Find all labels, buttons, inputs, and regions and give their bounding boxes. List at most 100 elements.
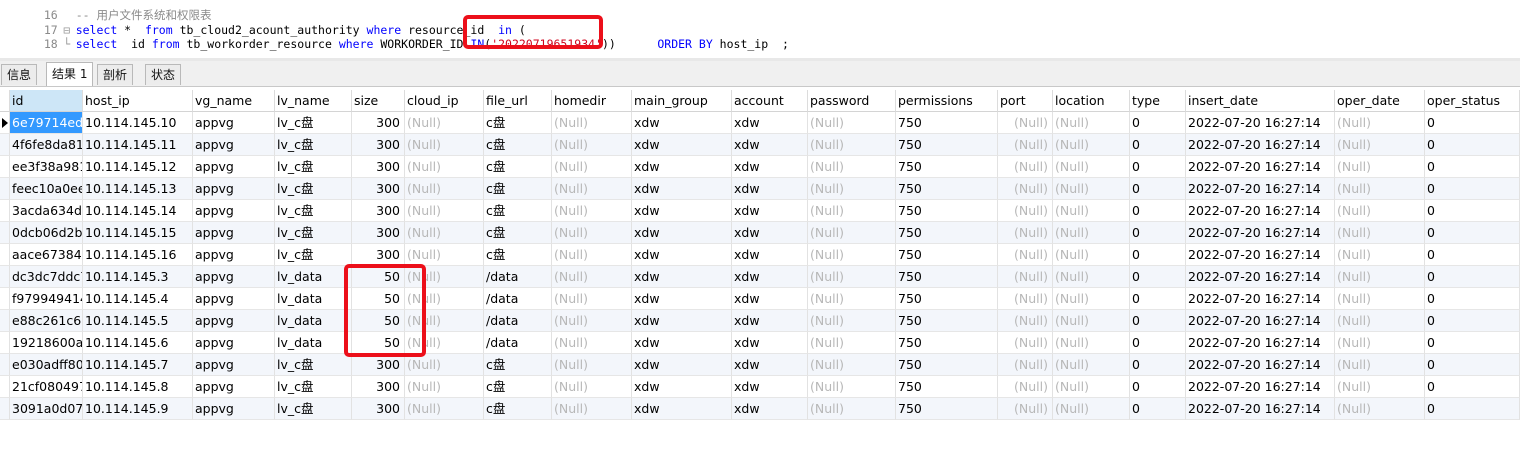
- cell-account[interactable]: xdw: [732, 266, 808, 288]
- cell-lv-name[interactable]: lv_c盘: [275, 134, 352, 156]
- cell-host-ip[interactable]: 10.114.145.7: [83, 354, 193, 376]
- cell-oper-status[interactable]: 0: [1425, 222, 1520, 244]
- cell-insert-date[interactable]: 2022-07-20 16:27:14: [1186, 310, 1335, 332]
- cell-vg-name[interactable]: appvg: [193, 332, 275, 354]
- cell-insert-date[interactable]: 2022-07-20 16:27:14: [1186, 222, 1335, 244]
- cell-oper-date[interactable]: (Null): [1335, 332, 1425, 354]
- cell-permissions[interactable]: 750: [896, 398, 998, 420]
- cell-homedir[interactable]: (Null): [552, 222, 632, 244]
- cell-port[interactable]: (Null): [998, 134, 1053, 156]
- cell-port[interactable]: (Null): [998, 266, 1053, 288]
- cell-oper-date[interactable]: (Null): [1335, 288, 1425, 310]
- cell-vg-name[interactable]: appvg: [193, 310, 275, 332]
- cell-file-url[interactable]: /data: [484, 266, 552, 288]
- cell-cloud-ip[interactable]: (Null): [405, 222, 484, 244]
- cell-id[interactable]: feec10a0ee4: [10, 178, 83, 200]
- cell-oper-date[interactable]: (Null): [1335, 244, 1425, 266]
- cell-insert-date[interactable]: 2022-07-20 16:27:14: [1186, 266, 1335, 288]
- cell-file-url[interactable]: c盘: [484, 156, 552, 178]
- row-selector[interactable]: [0, 398, 10, 420]
- cell-vg-name[interactable]: appvg: [193, 134, 275, 156]
- cell-oper-status[interactable]: 0: [1425, 354, 1520, 376]
- cell-permissions[interactable]: 750: [896, 178, 998, 200]
- cell-file-url[interactable]: /data: [484, 288, 552, 310]
- cell-id[interactable]: 0dcb06d2b3: [10, 222, 83, 244]
- cell-location[interactable]: (Null): [1053, 266, 1130, 288]
- cell-port[interactable]: (Null): [998, 376, 1053, 398]
- cell-oper-status[interactable]: 0: [1425, 266, 1520, 288]
- cell-port[interactable]: (Null): [998, 398, 1053, 420]
- table-row[interactable]: feec10a0ee410.114.145.13appvglv_c盘300(Nu…: [0, 178, 1520, 200]
- cell-permissions[interactable]: 750: [896, 288, 998, 310]
- cell-homedir[interactable]: (Null): [552, 266, 632, 288]
- row-selector[interactable]: [0, 222, 10, 244]
- cell-host-ip[interactable]: 10.114.145.5: [83, 310, 193, 332]
- cell-host-ip[interactable]: 10.114.145.9: [83, 398, 193, 420]
- cell-size[interactable]: 300: [352, 134, 405, 156]
- cell-account[interactable]: xdw: [732, 112, 808, 134]
- cell-file-url[interactable]: c盘: [484, 398, 552, 420]
- table-row[interactable]: 4f6fe8da81410.114.145.11appvglv_c盘300(Nu…: [0, 134, 1520, 156]
- cell-password[interactable]: (Null): [808, 134, 896, 156]
- cell-port[interactable]: (Null): [998, 288, 1053, 310]
- cell-oper-status[interactable]: 0: [1425, 200, 1520, 222]
- cell-password[interactable]: (Null): [808, 156, 896, 178]
- cell-host-ip[interactable]: 10.114.145.6: [83, 332, 193, 354]
- row-selector[interactable]: [0, 178, 10, 200]
- cell-main-group[interactable]: xdw: [632, 244, 732, 266]
- cell-host-ip[interactable]: 10.114.145.10: [83, 112, 193, 134]
- cell-cloud-ip[interactable]: (Null): [405, 244, 484, 266]
- cell-lv-name[interactable]: lv_data: [275, 310, 352, 332]
- cell-account[interactable]: xdw: [732, 178, 808, 200]
- cell-file-url[interactable]: c盘: [484, 222, 552, 244]
- cell-lv-name[interactable]: lv_c盘: [275, 222, 352, 244]
- cell-insert-date[interactable]: 2022-07-20 16:27:14: [1186, 156, 1335, 178]
- cell-id[interactable]: aace67384d: [10, 244, 83, 266]
- cell-permissions[interactable]: 750: [896, 200, 998, 222]
- cell-password[interactable]: (Null): [808, 354, 896, 376]
- cell-cloud-ip[interactable]: (Null): [405, 354, 484, 376]
- cell-lv-name[interactable]: lv_c盘: [275, 112, 352, 134]
- column-header-host-ip[interactable]: host_ip: [83, 90, 193, 112]
- cell-host-ip[interactable]: 10.114.145.14: [83, 200, 193, 222]
- cell-homedir[interactable]: (Null): [552, 376, 632, 398]
- cell-id[interactable]: f979949414c: [10, 288, 83, 310]
- cell-host-ip[interactable]: 10.114.145.13: [83, 178, 193, 200]
- cell-host-ip[interactable]: 10.114.145.11: [83, 134, 193, 156]
- cell-homedir[interactable]: (Null): [552, 398, 632, 420]
- cell-type[interactable]: 0: [1130, 200, 1186, 222]
- cell-file-url[interactable]: /data: [484, 310, 552, 332]
- cell-account[interactable]: xdw: [732, 134, 808, 156]
- cell-type[interactable]: 0: [1130, 310, 1186, 332]
- row-selector[interactable]: [0, 156, 10, 178]
- cell-password[interactable]: (Null): [808, 244, 896, 266]
- cell-location[interactable]: (Null): [1053, 178, 1130, 200]
- cell-size[interactable]: 300: [352, 178, 405, 200]
- column-header-vg-name[interactable]: vg_name: [193, 90, 275, 112]
- cell-permissions[interactable]: 750: [896, 376, 998, 398]
- cell-main-group[interactable]: xdw: [632, 310, 732, 332]
- cell-vg-name[interactable]: appvg: [193, 244, 275, 266]
- cell-vg-name[interactable]: appvg: [193, 288, 275, 310]
- cell-password[interactable]: (Null): [808, 376, 896, 398]
- cell-main-group[interactable]: xdw: [632, 288, 732, 310]
- cell-insert-date[interactable]: 2022-07-20 16:27:14: [1186, 244, 1335, 266]
- cell-oper-status[interactable]: 0: [1425, 310, 1520, 332]
- cell-insert-date[interactable]: 2022-07-20 16:27:14: [1186, 112, 1335, 134]
- cell-oper-status[interactable]: 0: [1425, 156, 1520, 178]
- cell-type[interactable]: 0: [1130, 288, 1186, 310]
- cell-permissions[interactable]: 750: [896, 222, 998, 244]
- cell-file-url[interactable]: /data: [484, 332, 552, 354]
- cell-homedir[interactable]: (Null): [552, 354, 632, 376]
- column-header-oper-date[interactable]: oper_date: [1335, 90, 1425, 112]
- cell-homedir[interactable]: (Null): [552, 288, 632, 310]
- column-header-permissions[interactable]: permissions: [896, 90, 998, 112]
- cell-location[interactable]: (Null): [1053, 332, 1130, 354]
- cell-main-group[interactable]: xdw: [632, 134, 732, 156]
- cell-type[interactable]: 0: [1130, 266, 1186, 288]
- cell-file-url[interactable]: c盘: [484, 178, 552, 200]
- cell-oper-status[interactable]: 0: [1425, 332, 1520, 354]
- cell-type[interactable]: 0: [1130, 398, 1186, 420]
- cell-main-group[interactable]: xdw: [632, 112, 732, 134]
- cell-lv-name[interactable]: lv_data: [275, 332, 352, 354]
